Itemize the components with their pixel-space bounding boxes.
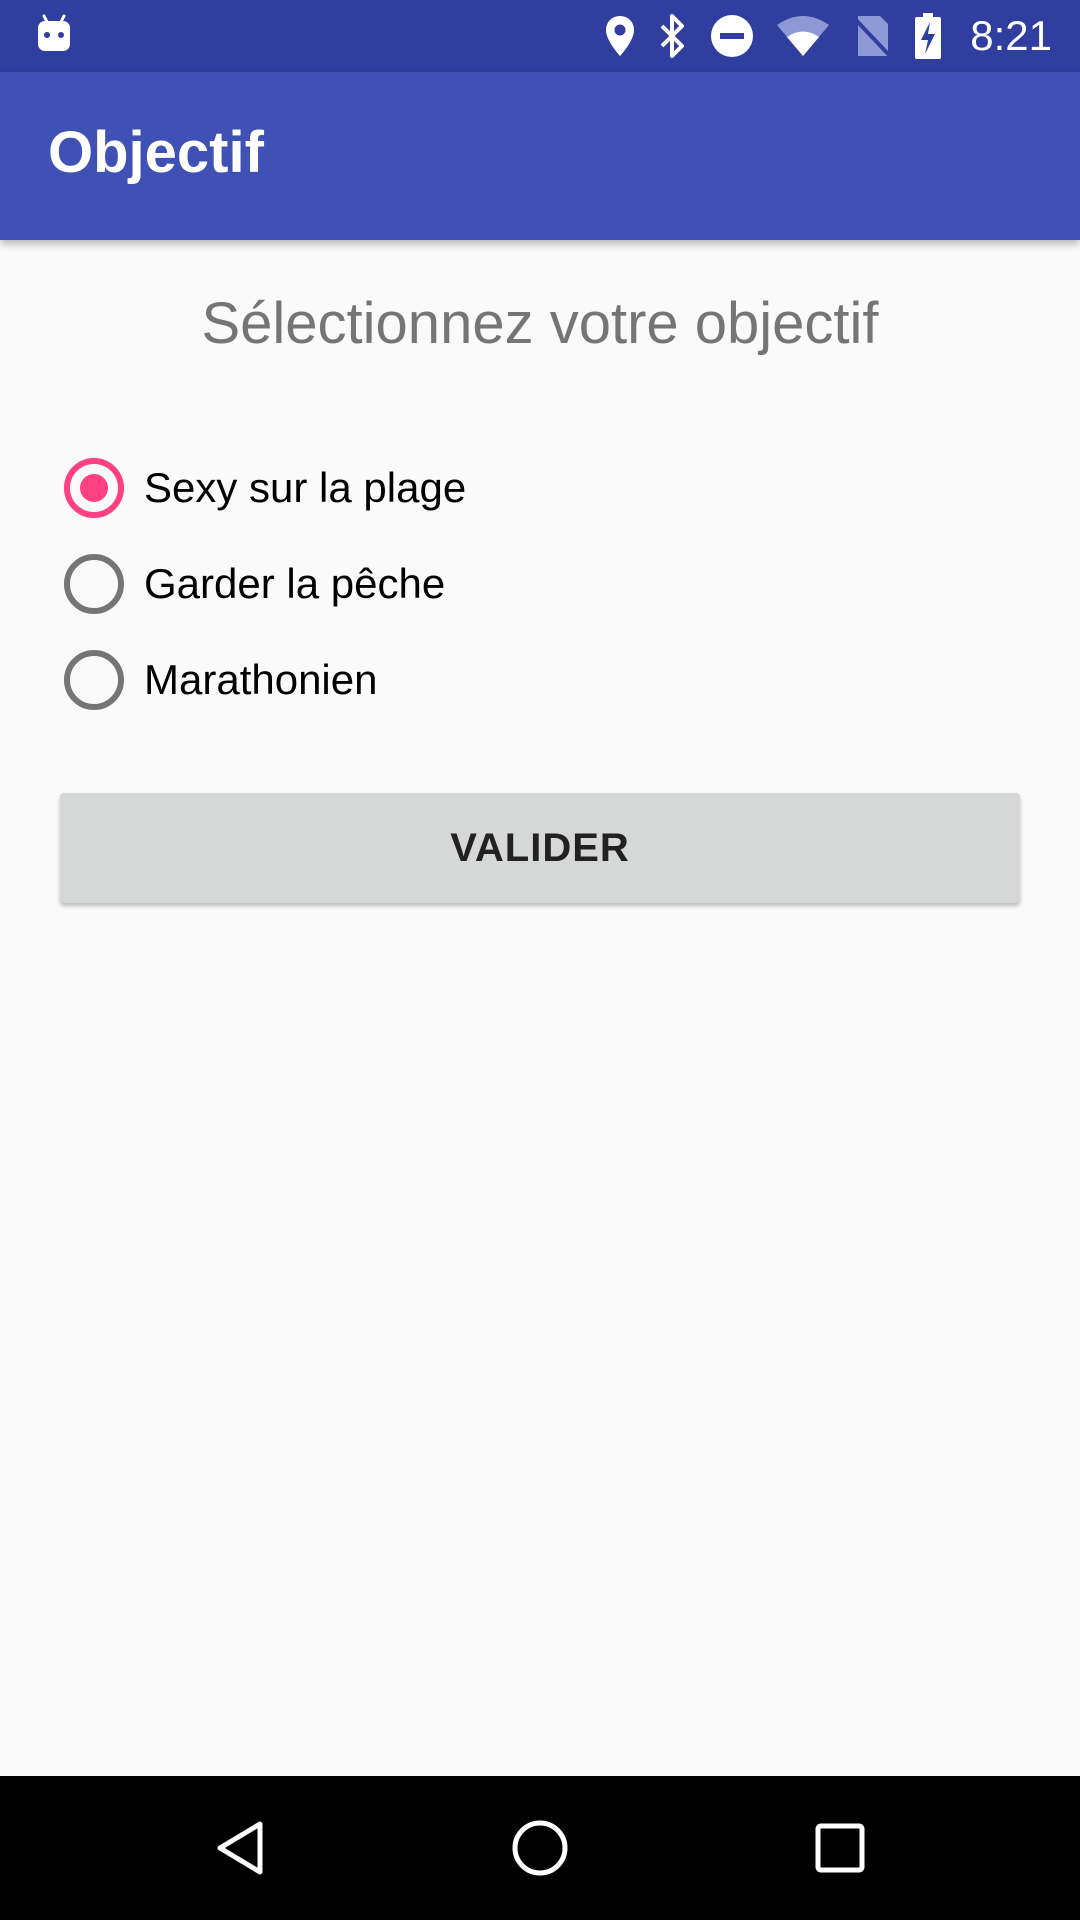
recents-icon [815, 1823, 865, 1873]
page-heading: Sélectionnez votre objectif [201, 291, 879, 356]
recents-button[interactable] [740, 1776, 940, 1920]
app-title: Objectif [48, 120, 264, 185]
valider-button[interactable]: VALIDER [60, 793, 1020, 903]
status-bar: 8:21 [0, 0, 1080, 72]
home-button[interactable] [440, 1776, 640, 1920]
app-bar: Objectif [0, 72, 1080, 240]
do-not-disturb-icon [710, 14, 754, 58]
radio-button-unchecked[interactable] [64, 554, 124, 614]
screen: 8:21 Objectif Sélectionnez votre objecti… [0, 0, 1080, 1920]
wifi-icon [776, 15, 830, 57]
radio-option-sexy-sur-la-plage[interactable]: Sexy sur la plage [64, 440, 466, 536]
radio-button-checked[interactable] [64, 458, 124, 518]
radio-label: Sexy sur la plage [144, 464, 467, 511]
radio-label: Garder la pêche [144, 560, 446, 607]
radio-button-unchecked[interactable] [64, 650, 124, 710]
radio-option-garder-la-peche[interactable]: Garder la pêche [64, 536, 466, 632]
status-time: 8:21 [970, 12, 1052, 59]
battery-charging-icon [914, 12, 942, 60]
location-icon [604, 14, 636, 58]
objective-radio-group: Sexy sur la plage Garder la pêche Marath… [64, 440, 466, 728]
no-sim-icon [852, 14, 892, 58]
back-button[interactable] [140, 1776, 340, 1920]
bluetooth-icon [658, 14, 688, 58]
android-notification-icon [36, 12, 72, 59]
radio-option-marathonien[interactable]: Marathonien [64, 632, 466, 728]
back-icon [217, 1821, 263, 1875]
radio-label: Marathonien [144, 656, 378, 703]
navigation-bar [0, 1776, 1080, 1920]
status-icons: 8:21 [604, 0, 1052, 72]
home-icon [512, 1820, 568, 1876]
